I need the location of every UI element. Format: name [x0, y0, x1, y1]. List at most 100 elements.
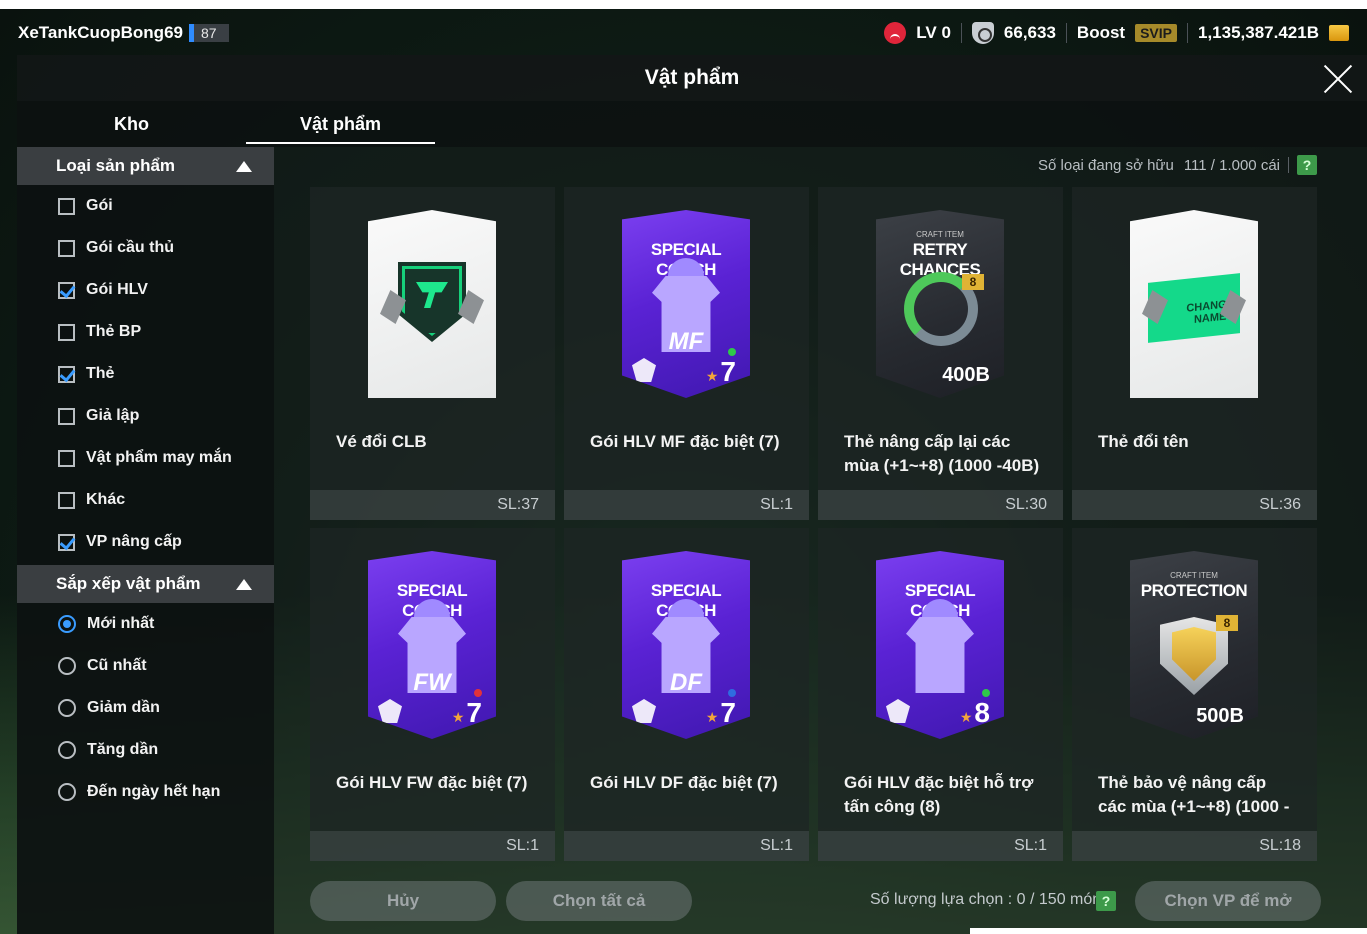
help-icon[interactable]: ?	[1297, 155, 1317, 175]
item-name: Gói HLV FW đặc biệt (7)	[336, 773, 528, 792]
card-level: ★8	[960, 697, 990, 729]
status-right: LV 0 66,633 Boost SVIP 1,135,387.421B	[884, 22, 1349, 44]
owned-label: Số loại đang sở hữu	[1038, 156, 1174, 174]
checkbox-icon[interactable]	[58, 197, 75, 215]
checkbox-checked-icon[interactable]	[58, 281, 75, 299]
item-card-image: SPECIAL COACH★8	[876, 551, 1004, 739]
crest-icon	[632, 358, 656, 382]
item-card-image	[368, 210, 496, 398]
sort-option-label: Tăng dần	[87, 741, 159, 758]
item-tile[interactable]: CRAFT ITEM PROTECTION 8 500B MAX Thẻ bảo vệ n…	[1072, 528, 1317, 861]
tab-kho[interactable]: Kho	[17, 101, 246, 147]
sort-option[interactable]: Tăng dần	[17, 729, 274, 771]
filter-option[interactable]: Vật phẩm may mắn	[17, 437, 274, 479]
card-level: ★7	[706, 356, 736, 388]
radio-icon[interactable]	[58, 699, 76, 717]
product-type-list: Gói Gói cầu thủ Gói HLV Thẻ BP Thẻ Giả lập Vật…	[17, 185, 274, 563]
filter-option[interactable]: Thẻ BP	[17, 311, 274, 353]
item-tile[interactable]: CRAFT ITEM RETRY CHANCES 8 400B MAX Thẻ nâng …	[818, 187, 1063, 520]
crest-icon	[378, 699, 402, 723]
card-level: ★7	[452, 697, 482, 729]
username: XeTankCuopBong69	[18, 23, 183, 42]
item-tile[interactable]: CHANGE NAME Thẻ đổi tên SL:36	[1072, 187, 1317, 520]
checkbox-checked-icon[interactable]	[58, 365, 75, 383]
help-icon[interactable]: ?	[1096, 891, 1116, 911]
cost-value: 400B	[942, 364, 990, 386]
owned-count: Số loại đang sở hữu 111 / 1.000 cái ?	[1038, 155, 1317, 175]
filter-option-label: Vật phẩm may mắn	[86, 449, 232, 466]
checkbox-icon[interactable]	[58, 491, 75, 509]
filter-option-label: Thẻ	[86, 365, 115, 382]
item-quantity: SL:1	[818, 831, 1063, 861]
item-tile[interactable]: SPECIAL COACHDF★7 Gói HLV DF đặc biệt (7)…	[564, 528, 809, 861]
item-tile[interactable]: SPECIAL COACH★8 Gói HLV đặc biệt hỗ trợ t…	[818, 528, 1063, 861]
checkbox-checked-icon[interactable]	[58, 533, 75, 551]
item-name: Gói HLV DF đặc biệt (7)	[590, 773, 778, 792]
radio-selected-icon[interactable]	[58, 615, 76, 633]
checkbox-icon[interactable]	[58, 239, 75, 257]
item-name: Gói HLV MF đặc biệt (7)	[590, 432, 780, 451]
selection-count: Số lượng lựa chọn : 0 / 150 món	[870, 891, 1102, 908]
filter-option[interactable]: Thẻ	[17, 353, 274, 395]
sort-option[interactable]: Cũ nhất	[17, 645, 274, 687]
divider	[1065, 23, 1067, 43]
modal-title: Vật phẩm	[644, 66, 740, 89]
open-items-button[interactable]: Chọn VP để mở	[1135, 881, 1321, 921]
select-all-button[interactable]: Chọn tất cả	[506, 881, 692, 921]
close-icon[interactable]	[1323, 64, 1353, 94]
filter-option-label: Khác	[86, 491, 126, 508]
cost-value: 500B	[1196, 705, 1244, 727]
card-title: PROTECTION	[1140, 581, 1248, 600]
svip-badge: SVIP	[1135, 24, 1177, 42]
card-subtitle: CRAFT ITEM	[916, 230, 964, 239]
level-text: LV 0	[916, 23, 951, 42]
checkbox-icon[interactable]	[58, 323, 75, 341]
product-type-header[interactable]: Loại sản phẩm	[17, 147, 274, 185]
filter-option[interactable]: Giả lập	[17, 395, 274, 437]
sort-header[interactable]: Sắp xếp vật phẩm	[17, 565, 274, 603]
sort-option[interactable]: Đến ngày hết hạn	[17, 771, 274, 813]
top-strip	[0, 0, 1367, 9]
radio-icon[interactable]	[58, 657, 76, 675]
item-card-image: SPECIAL COACHDF★7	[622, 551, 750, 739]
radio-icon[interactable]	[58, 783, 76, 801]
card-level-value: 7	[720, 697, 736, 728]
divider	[960, 23, 962, 43]
star-icon: ★	[451, 709, 465, 725]
level-face-icon	[884, 22, 907, 44]
product-type-title: Loại sản phẩm	[56, 156, 176, 175]
cost-sub-label: MAX	[1226, 727, 1244, 736]
checkbox-icon[interactable]	[58, 407, 75, 425]
item-name: Vé đổi CLB	[336, 432, 427, 451]
filter-option[interactable]: Gói	[17, 185, 274, 227]
card-level-value: 8	[974, 697, 990, 728]
sort-list: Mới nhất Cũ nhất Giảm dần Tăng dần Đến ngày …	[17, 603, 274, 813]
cancel-button[interactable]: Hủy	[310, 881, 496, 921]
currency-value: 1,135,387.421B	[1198, 23, 1319, 42]
item-card-image: CRAFT ITEM RETRY CHANCES 8 400B MAX	[876, 210, 1004, 398]
team-color-dot	[728, 348, 736, 356]
sort-option-label: Giảm dần	[87, 699, 160, 716]
cost-sub-label: MAX	[972, 386, 990, 395]
sort-option[interactable]: Mới nhất	[17, 603, 274, 645]
radio-icon[interactable]	[58, 741, 76, 759]
item-name: Thẻ đổi tên	[1098, 432, 1189, 451]
item-tile[interactable]: SPECIAL COACHMF★7 Gói HLV MF đặc biệt (7)…	[564, 187, 809, 520]
filter-option[interactable]: Khác	[17, 479, 274, 521]
item-tile[interactable]: SPECIAL COACHFW★7 Gói HLV FW đặc biệt (7)…	[310, 528, 555, 861]
item-tile[interactable]: Vé đổi CLB SL:37	[310, 187, 555, 520]
star-icon: ★	[705, 709, 719, 725]
items-modal: Vật phẩm Kho Vật phẩm Loại sản phẩm Gói G…	[17, 55, 1367, 934]
checkbox-icon[interactable]	[58, 449, 75, 467]
team-color-dot	[728, 689, 736, 697]
collapse-up-icon[interactable]	[236, 578, 252, 590]
sort-option[interactable]: Giảm dần	[17, 687, 274, 729]
filter-sidebar: Loại sản phẩm Gói Gói cầu thủ Gói HLV Thẻ B…	[17, 147, 274, 934]
filter-option[interactable]: VP nâng cấp	[17, 521, 274, 563]
collapse-up-icon[interactable]	[236, 160, 252, 172]
team-color-dot	[474, 689, 482, 697]
item-card-image: CRAFT ITEM PROTECTION 8 500B MAX	[1130, 551, 1258, 739]
tab-vat-pham[interactable]: Vật phẩm	[246, 101, 435, 147]
filter-option[interactable]: Gói HLV	[17, 269, 274, 311]
filter-option[interactable]: Gói cầu thủ	[17, 227, 274, 269]
